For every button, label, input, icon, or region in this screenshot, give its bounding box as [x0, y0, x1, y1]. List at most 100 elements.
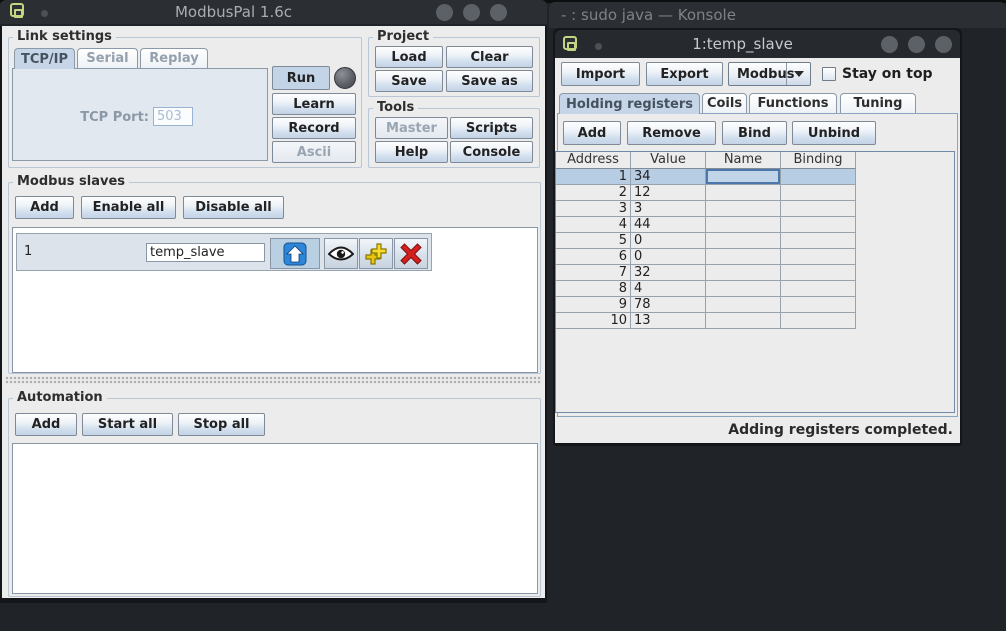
tab-tuning[interactable]: Tuning: [840, 93, 916, 113]
export-button[interactable]: Export: [646, 62, 723, 86]
table-cell-name[interactable]: [706, 217, 781, 233]
register-add-button[interactable]: Add: [563, 121, 621, 145]
table-row[interactable]: 978: [556, 297, 954, 313]
table-cell-address[interactable]: 7: [556, 265, 631, 281]
registers-scrollpane[interactable]: AddressValueNameBinding13421233444506073…: [555, 151, 955, 413]
slave-duplicate-button[interactable]: [359, 238, 393, 269]
tab-holding-registers[interactable]: Holding registers: [559, 93, 700, 114]
table-cell-name[interactable]: [706, 281, 781, 297]
tab-tcpip[interactable]: TCP/IP: [14, 48, 75, 69]
close-icon[interactable]: [490, 4, 507, 21]
minimize-icon[interactable]: [436, 4, 453, 21]
table-cell-value[interactable]: 34: [631, 169, 706, 185]
load-button[interactable]: Load: [375, 46, 443, 68]
table-cell-value[interactable]: 44: [631, 217, 706, 233]
table-header[interactable]: AddressValueNameBinding: [556, 152, 954, 169]
learn-button[interactable]: Learn: [272, 93, 356, 115]
clear-button[interactable]: Clear: [446, 46, 533, 68]
table-cell-address[interactable]: 2: [556, 185, 631, 201]
table-row[interactable]: 212: [556, 185, 954, 201]
table-cell-address[interactable]: 10: [556, 313, 631, 329]
table-cell-binding[interactable]: [781, 185, 856, 201]
column-header[interactable]: Binding: [781, 152, 856, 169]
protocol-dropdown[interactable]: Modbus: [728, 62, 811, 86]
table-cell-binding[interactable]: [781, 169, 856, 185]
stay-on-top-label[interactable]: Stay on top: [842, 66, 933, 82]
table-cell-binding[interactable]: [781, 217, 856, 233]
table-cell-binding[interactable]: [781, 281, 856, 297]
automation-add-button[interactable]: Add: [15, 413, 77, 436]
table-row[interactable]: 84: [556, 281, 954, 297]
table-cell-address[interactable]: 6: [556, 249, 631, 265]
dropdown-arrow-button[interactable]: [786, 63, 810, 85]
table-cell-value[interactable]: 32: [631, 265, 706, 281]
register-remove-button[interactable]: Remove: [627, 121, 716, 145]
stay-on-top-checkbox[interactable]: [822, 67, 836, 81]
table-cell-binding[interactable]: [781, 201, 856, 217]
slave-view-button[interactable]: [324, 238, 358, 269]
enable-all-button[interactable]: Enable all: [81, 196, 176, 219]
maximize-icon[interactable]: [463, 4, 480, 21]
slave-name-input[interactable]: [146, 243, 265, 262]
run-button[interactable]: Run: [272, 66, 330, 90]
import-button[interactable]: Import: [561, 62, 640, 86]
table-row[interactable]: 50: [556, 233, 954, 249]
table-cell-binding[interactable]: [781, 313, 856, 329]
minimize-icon[interactable]: [881, 36, 898, 53]
slave-window-titlebar[interactable]: 1:temp_slave: [555, 30, 960, 58]
register-bind-button[interactable]: Bind: [722, 121, 787, 145]
table-row[interactable]: 134: [556, 169, 954, 185]
table-cell-value[interactable]: 4: [631, 281, 706, 297]
start-all-button[interactable]: Start all: [82, 413, 173, 436]
help-button[interactable]: Help: [375, 141, 448, 163]
disable-all-button[interactable]: Disable all: [183, 196, 284, 219]
slave-delete-button[interactable]: [394, 238, 428, 269]
table-cell-binding[interactable]: [781, 233, 856, 249]
save-as-button[interactable]: Save as: [446, 70, 533, 92]
tcp-port-input[interactable]: [153, 107, 193, 126]
table-cell-value[interactable]: 3: [631, 201, 706, 217]
slave-row[interactable]: 1: [16, 233, 432, 271]
tab-functions[interactable]: Functions: [749, 93, 837, 113]
table-row[interactable]: 1013: [556, 313, 954, 329]
table-cell-value[interactable]: 12: [631, 185, 706, 201]
table-cell-name[interactable]: [706, 249, 781, 265]
table-cell-binding[interactable]: [781, 265, 856, 281]
table-cell-name[interactable]: [706, 233, 781, 249]
table-cell-name[interactable]: [706, 169, 781, 185]
konsole-titlebar[interactable]: - : sudo java — Konsole: [549, 2, 1006, 28]
tab-coils[interactable]: Coils: [702, 93, 747, 113]
record-button[interactable]: Record: [272, 117, 356, 139]
slave-enabled-toggle[interactable]: [270, 238, 320, 269]
table-cell-address[interactable]: 3: [556, 201, 631, 217]
table-row[interactable]: 60: [556, 249, 954, 265]
registers-table[interactable]: AddressValueNameBinding13421233444506073…: [556, 152, 954, 329]
tab-replay[interactable]: Replay: [140, 48, 208, 68]
column-header[interactable]: Name: [706, 152, 781, 169]
column-header[interactable]: Value: [631, 152, 706, 169]
maximize-icon[interactable]: [908, 36, 925, 53]
save-button[interactable]: Save: [375, 70, 443, 92]
table-cell-name[interactable]: [706, 201, 781, 217]
stop-all-button[interactable]: Stop all: [178, 413, 265, 436]
column-header[interactable]: Address: [556, 152, 631, 169]
close-icon[interactable]: [935, 36, 952, 53]
slaves-add-button[interactable]: Add: [15, 196, 74, 219]
table-cell-binding[interactable]: [781, 297, 856, 313]
table-cell-address[interactable]: 5: [556, 233, 631, 249]
table-row[interactable]: 33: [556, 201, 954, 217]
table-cell-value[interactable]: 0: [631, 233, 706, 249]
table-row[interactable]: 444: [556, 217, 954, 233]
table-cell-binding[interactable]: [781, 249, 856, 265]
table-cell-name[interactable]: [706, 297, 781, 313]
table-cell-address[interactable]: 8: [556, 281, 631, 297]
table-cell-name[interactable]: [706, 313, 781, 329]
table-row[interactable]: 732: [556, 265, 954, 281]
modbuspal-titlebar[interactable]: ModbusPal 1.6c: [0, 0, 547, 24]
scripts-button[interactable]: Scripts: [450, 117, 533, 139]
table-cell-value[interactable]: 78: [631, 297, 706, 313]
console-button[interactable]: Console: [450, 141, 533, 163]
split-pane-divider[interactable]: [5, 376, 542, 384]
table-cell-name[interactable]: [706, 185, 781, 201]
register-unbind-button[interactable]: Unbind: [792, 121, 876, 145]
